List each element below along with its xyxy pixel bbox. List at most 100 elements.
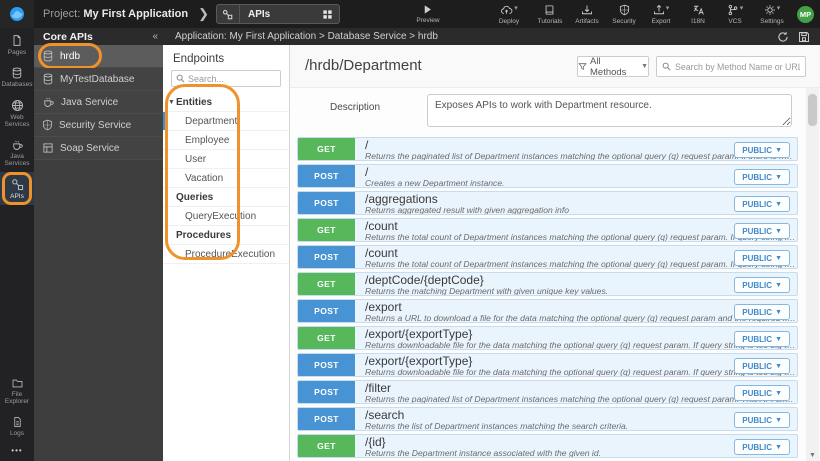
endpoint-path: /filter (365, 381, 392, 395)
access-level-dropdown[interactable]: PUBLIC ▼ (734, 304, 790, 320)
rail-item[interactable]: Pages (0, 28, 34, 61)
api-endpoint-row[interactable]: POST /export Returns a URL to download a… (297, 299, 798, 323)
access-level-label: PUBLIC (742, 388, 773, 398)
topbar-action-label: Export (651, 17, 671, 25)
endpoint-text: /export Returns a URL to download a file… (355, 300, 797, 323)
api-endpoint-row[interactable]: GET / Returns the paginated list of Depa… (297, 137, 798, 161)
tree-row[interactable]: ProcedureExecution (163, 245, 289, 264)
tree-row-label: Vacation (185, 172, 224, 184)
caret-down-icon: ▼ (775, 416, 782, 424)
access-level-label: PUBLIC (742, 307, 773, 317)
tree-row[interactable]: ▼ Entities (163, 93, 289, 112)
access-level-dropdown[interactable]: PUBLIC ▼ (734, 277, 790, 293)
method-badge: GET (298, 435, 355, 457)
tree-row[interactable]: QueryExecution (163, 207, 289, 226)
api-endpoint-row[interactable]: POST /export/{exportType} Returns downlo… (297, 353, 798, 377)
endpoint-text: /filter Returns the paginated list of De… (355, 381, 797, 404)
rail-item-label: Logs (9, 430, 25, 437)
endpoints-search[interactable] (171, 70, 281, 87)
topbar-action[interactable]: ▾ I18N (682, 4, 714, 25)
tree-expand-icon[interactable]: ▼ (168, 99, 175, 106)
endpoint-description: Returns the total count of Department in… (365, 233, 797, 241)
scrollbar-down-arrow[interactable]: ▼ (806, 452, 819, 459)
method-badge: POST (298, 381, 355, 403)
topbar-action[interactable]: ▾ Security (608, 4, 640, 25)
tree-row[interactable]: Queries (163, 188, 289, 207)
api-endpoint-row[interactable]: POST /aggregations Returns aggregated re… (297, 191, 798, 215)
methods-filter-label: All Methods (590, 55, 627, 78)
tree-row[interactable]: Procedures (163, 226, 289, 245)
tree-row[interactable]: Vacation (163, 169, 289, 188)
access-level-dropdown[interactable]: PUBLIC ▼ (734, 142, 790, 158)
api-endpoint-row[interactable]: GET /export/{exportType} Returns downloa… (297, 326, 798, 350)
endpoints-search-input[interactable] (188, 73, 276, 84)
api-endpoint-row[interactable]: POST /count Returns the total count of D… (297, 245, 798, 269)
service-item[interactable]: Security Service (34, 114, 163, 137)
scrollbar-thumb[interactable] (808, 94, 817, 126)
api-endpoint-row[interactable]: GET /{id} Returns the Department instanc… (297, 434, 798, 458)
rail-bottom-list: File Explorer Logs (0, 372, 34, 442)
methods-filter-dropdown[interactable]: All Methods ▼ (577, 55, 649, 78)
save-icon[interactable] (798, 31, 810, 43)
service-item[interactable]: Soap Service (34, 137, 163, 160)
access-level-dropdown[interactable]: PUBLIC ▼ (734, 331, 790, 347)
database-icon (11, 67, 23, 79)
user-avatar[interactable]: MP (797, 5, 814, 23)
rail-item[interactable]: Logs (0, 410, 34, 442)
method-search-input[interactable] (675, 61, 800, 72)
service-item-label: hrdb (60, 50, 81, 62)
endpoint-text: /{id} Returns the Department instance as… (355, 435, 797, 458)
wavemaker-logo[interactable] (0, 0, 34, 28)
method-search[interactable] (656, 56, 806, 77)
shield-icon (619, 4, 630, 16)
rail-item[interactable]: Databases (0, 61, 34, 93)
service-item-label: Soap Service (60, 142, 120, 154)
topbar-action[interactable]: ▾ Deploy (493, 4, 525, 25)
api-endpoint-row[interactable]: POST / Creates a new Department instance… (297, 164, 798, 188)
tree-row[interactable]: Employee (163, 131, 289, 150)
caret-down-icon: ▼ (775, 146, 782, 154)
topbar-action[interactable]: ▾ Artifacts (571, 4, 603, 25)
topbar-action[interactable]: ▾ Tutorials (534, 4, 566, 25)
access-level-dropdown[interactable]: PUBLIC ▼ (734, 250, 790, 266)
access-level-dropdown[interactable]: PUBLIC ▼ (734, 223, 790, 239)
grid-icon[interactable] (317, 9, 339, 20)
breadcrumb-bar: Application: My First Application > Data… (163, 28, 820, 45)
rail-item[interactable]: APIs (0, 172, 34, 205)
topbar-action[interactable]: ▾ Export (645, 4, 677, 25)
topbar-action[interactable]: ▾ Preview (412, 4, 444, 25)
rail-item[interactable]: Java Services (0, 133, 34, 172)
chevron-right-icon[interactable]: ❯ (198, 6, 209, 22)
api-endpoint-row[interactable]: POST /filter Returns the paginated list … (297, 380, 798, 404)
tab-apis[interactable]: APIs (215, 4, 340, 24)
access-level-dropdown[interactable]: PUBLIC ▼ (734, 439, 790, 455)
description-textarea[interactable]: Exposes APIs to work with Department res… (427, 94, 792, 127)
service-item[interactable]: MyTestDatabase (34, 68, 163, 91)
topbar-action[interactable]: ▾ VCS (719, 4, 751, 25)
service-item[interactable]: hrdb (34, 43, 163, 69)
endpoint-path: /count (365, 219, 398, 233)
project-label: Project: My First Application (43, 8, 189, 20)
api-icon (217, 5, 240, 23)
access-level-label: PUBLIC (742, 253, 773, 263)
access-level-dropdown[interactable]: PUBLIC ▼ (734, 358, 790, 374)
tree-row[interactable]: User (163, 150, 289, 169)
vertical-scrollbar[interactable]: ▼ (806, 88, 819, 461)
api-endpoint-row[interactable]: POST /search Returns the list of Departm… (297, 407, 798, 431)
access-level-dropdown[interactable]: PUBLIC ▼ (734, 412, 790, 428)
service-item[interactable]: Java Service (34, 91, 163, 114)
api-endpoint-row[interactable]: GET /deptCode/{deptCode} Returns the mat… (297, 272, 798, 296)
access-level-dropdown[interactable]: PUBLIC ▼ (734, 196, 790, 212)
rail-item[interactable]: File Explorer (0, 372, 34, 410)
api-endpoint-row[interactable]: GET /count Returns the total count of De… (297, 218, 798, 242)
rail-item[interactable]: Web Services (0, 93, 34, 133)
collapse-panel-icon[interactable]: « (152, 31, 158, 42)
refresh-icon[interactable] (777, 31, 789, 43)
access-level-dropdown[interactable]: PUBLIC ▼ (734, 385, 790, 401)
topbar-action[interactable]: ▾ Settings (756, 4, 788, 25)
more-icon[interactable]: ••• (0, 442, 34, 461)
tree-row[interactable]: Department (163, 112, 289, 131)
caret-down-icon: ▼ (775, 362, 782, 370)
access-level-dropdown[interactable]: PUBLIC ▼ (734, 169, 790, 185)
tree-row-label: User (185, 153, 207, 165)
